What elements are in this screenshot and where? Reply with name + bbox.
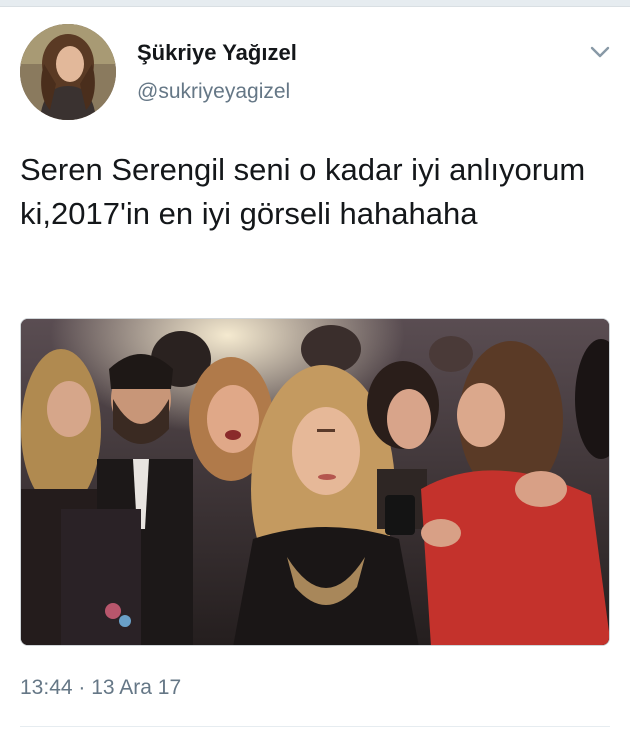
tweet-timestamp[interactable]: 13:44 · 13 Ara 17 (20, 676, 181, 700)
bottom-divider (20, 726, 610, 727)
avatar[interactable] (20, 24, 116, 120)
display-name[interactable]: Şükriye Yağızel (137, 40, 297, 66)
user-handle[interactable]: @sukriyeyagizel (137, 80, 290, 104)
tweet-text: Seren Serengil seni o kadar iyi anlıyoru… (20, 152, 586, 231)
avatar-photo (20, 24, 116, 120)
top-divider (0, 0, 630, 7)
tweet-media-image[interactable] (20, 318, 610, 646)
chevron-down-icon[interactable] (588, 40, 612, 64)
party-photo (21, 319, 609, 645)
